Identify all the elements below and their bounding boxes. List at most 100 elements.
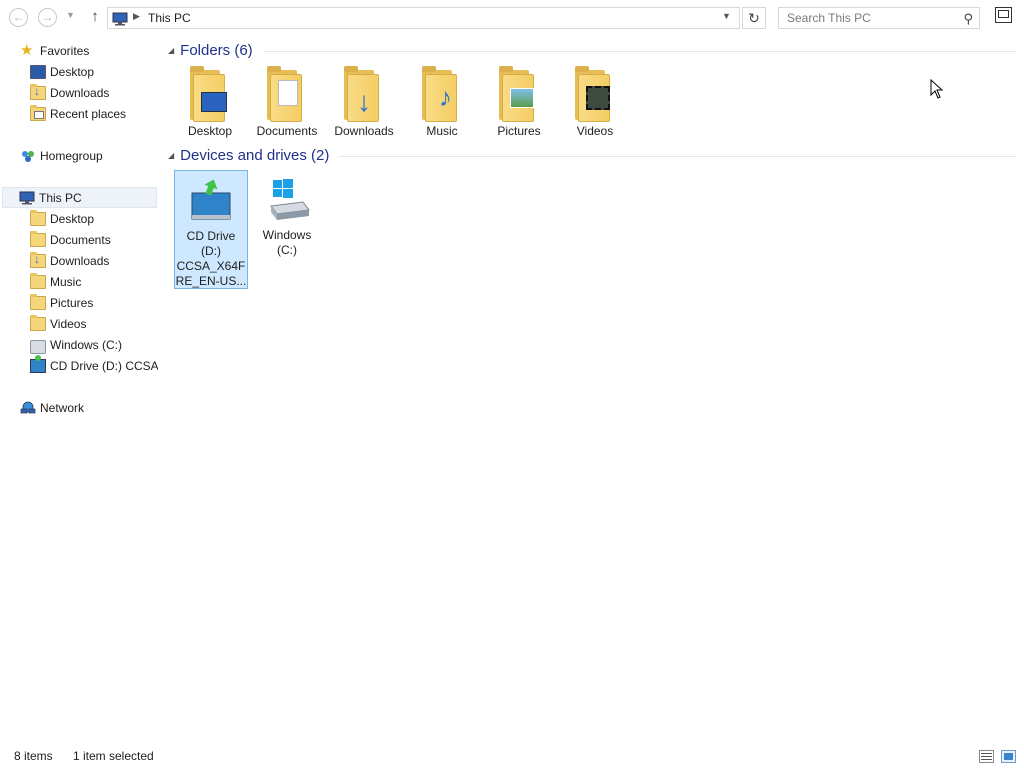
homegroup-icon bbox=[22, 150, 34, 162]
drive-label-line: RE_EN-US... bbox=[175, 274, 247, 288]
nav-pc-cd-drive-label: CD Drive (D:) CCSA_ bbox=[50, 358, 158, 373]
back-arrow-icon: ← bbox=[12, 10, 25, 24]
folder-label: Desktop bbox=[187, 124, 233, 138]
nav-this-pc-label: This PC bbox=[39, 190, 82, 205]
navigation-pane: ★ Favorites Desktop Downloads Recent pla… bbox=[0, 38, 160, 738]
nav-favorites-desktop[interactable]: Desktop bbox=[30, 61, 94, 82]
collapse-caret-icon[interactable]: ◢ bbox=[168, 151, 174, 160]
nav-pc-music[interactable]: Music bbox=[30, 271, 81, 292]
desktop-icon bbox=[30, 64, 46, 79]
search-box[interactable]: Search This PC ⚲ bbox=[778, 7, 980, 29]
folder-tile-videos[interactable]: Videos bbox=[557, 66, 633, 139]
nav-pc-cd-drive[interactable]: CD Drive (D:) CCSA_ bbox=[30, 355, 158, 376]
folder-tile-desktop[interactable]: Desktop bbox=[172, 66, 248, 139]
drive-tile-windows-c[interactable]: Windows (C:) bbox=[250, 170, 324, 258]
nav-pc-documents-label: Documents bbox=[50, 232, 111, 247]
nav-pc-videos[interactable]: Videos bbox=[30, 313, 86, 334]
folder-label: Downloads bbox=[334, 124, 394, 138]
nav-pc-windows-c[interactable]: Windows (C:) bbox=[30, 334, 122, 355]
drive-tile-cd-drive[interactable]: CD Drive (D:) CCSA_X64F RE_EN-US... bbox=[174, 170, 248, 289]
nav-recent-places-label: Recent places bbox=[50, 106, 127, 121]
up-arrow-icon: ↑ bbox=[91, 8, 99, 25]
recent-locations-dropdown[interactable]: ▼ bbox=[66, 10, 75, 20]
recent-places-icon bbox=[30, 104, 46, 121]
nav-pc-music-label: Music bbox=[50, 274, 82, 289]
documents-folder-icon bbox=[264, 66, 310, 122]
pictures-folder-icon bbox=[30, 293, 46, 310]
refresh-button[interactable]: ↻ bbox=[742, 7, 766, 29]
nav-pc-pictures[interactable]: Pictures bbox=[30, 292, 93, 313]
nav-homegroup-label: Homegroup bbox=[40, 148, 103, 163]
hard-drive-icon bbox=[30, 339, 46, 354]
nav-homegroup[interactable]: Homegroup bbox=[20, 145, 103, 166]
nav-pc-videos-label: Videos bbox=[50, 316, 87, 331]
folder-label: Documents bbox=[256, 124, 318, 138]
videos-folder-icon bbox=[572, 66, 618, 122]
folder-label: Pictures bbox=[497, 124, 541, 138]
downloads-folder-icon: ↓ bbox=[341, 66, 387, 122]
folder-tile-downloads[interactable]: ↓ Downloads bbox=[326, 66, 402, 139]
up-button[interactable]: ↑ bbox=[87, 8, 103, 26]
pictures-folder-icon bbox=[496, 66, 542, 122]
folder-tile-pictures[interactable]: Pictures bbox=[481, 66, 557, 139]
nav-downloads-label: Downloads bbox=[50, 85, 110, 100]
nav-pc-documents[interactable]: Documents bbox=[30, 229, 111, 250]
videos-folder-icon bbox=[30, 314, 46, 331]
nav-favorites-downloads[interactable]: Downloads bbox=[30, 82, 109, 103]
back-button[interactable]: ← bbox=[9, 8, 28, 27]
cd-drive-icon bbox=[191, 179, 231, 220]
nav-pc-desktop-label: Desktop bbox=[50, 211, 95, 226]
windows-drive-icon bbox=[270, 179, 310, 220]
drives-group-header[interactable]: ◢ Devices and drives (2) bbox=[168, 145, 1016, 165]
address-dropdown-icon[interactable]: ▼ bbox=[722, 11, 731, 21]
search-icon[interactable]: ⚲ bbox=[963, 11, 973, 27]
mouse-cursor-icon bbox=[930, 79, 944, 99]
network-icon bbox=[20, 401, 36, 413]
address-field[interactable]: ▶ This PC ▼ bbox=[107, 7, 740, 29]
drive-label-line: CCSA_X64F bbox=[176, 259, 246, 273]
status-bar: 8 items 1 item selected bbox=[0, 746, 1024, 766]
downloads-folder-icon bbox=[30, 83, 46, 100]
folder-label: Videos bbox=[576, 124, 614, 138]
nav-pc-downloads[interactable]: Downloads bbox=[30, 250, 109, 271]
nav-pc-pictures-label: Pictures bbox=[50, 295, 94, 310]
forward-button[interactable]: → bbox=[38, 8, 57, 27]
downloads-folder-icon bbox=[30, 251, 46, 268]
music-folder-icon: ♪ bbox=[419, 66, 465, 122]
nav-network[interactable]: Network bbox=[20, 397, 84, 418]
group-divider bbox=[339, 155, 1016, 157]
this-pc-icon bbox=[112, 12, 128, 26]
nav-network-label: Network bbox=[40, 400, 85, 415]
folders-group-header[interactable]: ◢ Folders (6) bbox=[168, 40, 1016, 60]
star-icon: ★ bbox=[20, 41, 34, 59]
folder-tile-music[interactable]: ♪ Music bbox=[404, 66, 480, 139]
window-layout-icon[interactable] bbox=[995, 7, 1012, 23]
drive-label-line: Windows bbox=[262, 228, 312, 242]
breadcrumb-chevron-icon[interactable]: ▶ bbox=[133, 11, 140, 22]
address-bar-row: ← → ▼ ↑ ▶ This PC ▼ ↻ Search This PC ⚲ bbox=[0, 0, 1024, 36]
desktop-folder-icon bbox=[187, 66, 233, 122]
nav-pc-desktop[interactable]: Desktop bbox=[30, 208, 94, 229]
computer-icon bbox=[19, 191, 35, 204]
collapse-caret-icon[interactable]: ◢ bbox=[168, 46, 174, 55]
music-folder-icon bbox=[30, 272, 46, 289]
refresh-icon: ↻ bbox=[748, 10, 760, 26]
item-count: 8 items bbox=[14, 749, 53, 763]
nav-pc-windows-c-label: Windows (C:) bbox=[50, 337, 123, 352]
nav-desktop-label: Desktop bbox=[50, 64, 95, 79]
breadcrumb-this-pc[interactable]: This PC bbox=[148, 11, 191, 25]
selection-count: 1 item selected bbox=[73, 749, 154, 763]
drive-label-line: (C:) bbox=[277, 243, 297, 257]
nav-recent-places[interactable]: Recent places bbox=[30, 103, 126, 124]
details-view-icon[interactable] bbox=[979, 750, 994, 763]
cd-drive-icon bbox=[30, 355, 46, 373]
search-input[interactable]: Search This PC bbox=[787, 11, 871, 25]
nav-favorites-label: Favorites bbox=[40, 43, 90, 58]
nav-this-pc[interactable]: This PC bbox=[2, 187, 157, 208]
folder-tile-documents[interactable]: Documents bbox=[249, 66, 325, 139]
drives-group-title: Devices and drives (2) bbox=[180, 146, 330, 164]
folder-label: Music bbox=[426, 124, 458, 138]
nav-favorites[interactable]: ★ Favorites bbox=[20, 40, 89, 61]
large-icons-view-icon[interactable] bbox=[1001, 750, 1016, 763]
folders-group-title: Folders (6) bbox=[180, 41, 253, 59]
